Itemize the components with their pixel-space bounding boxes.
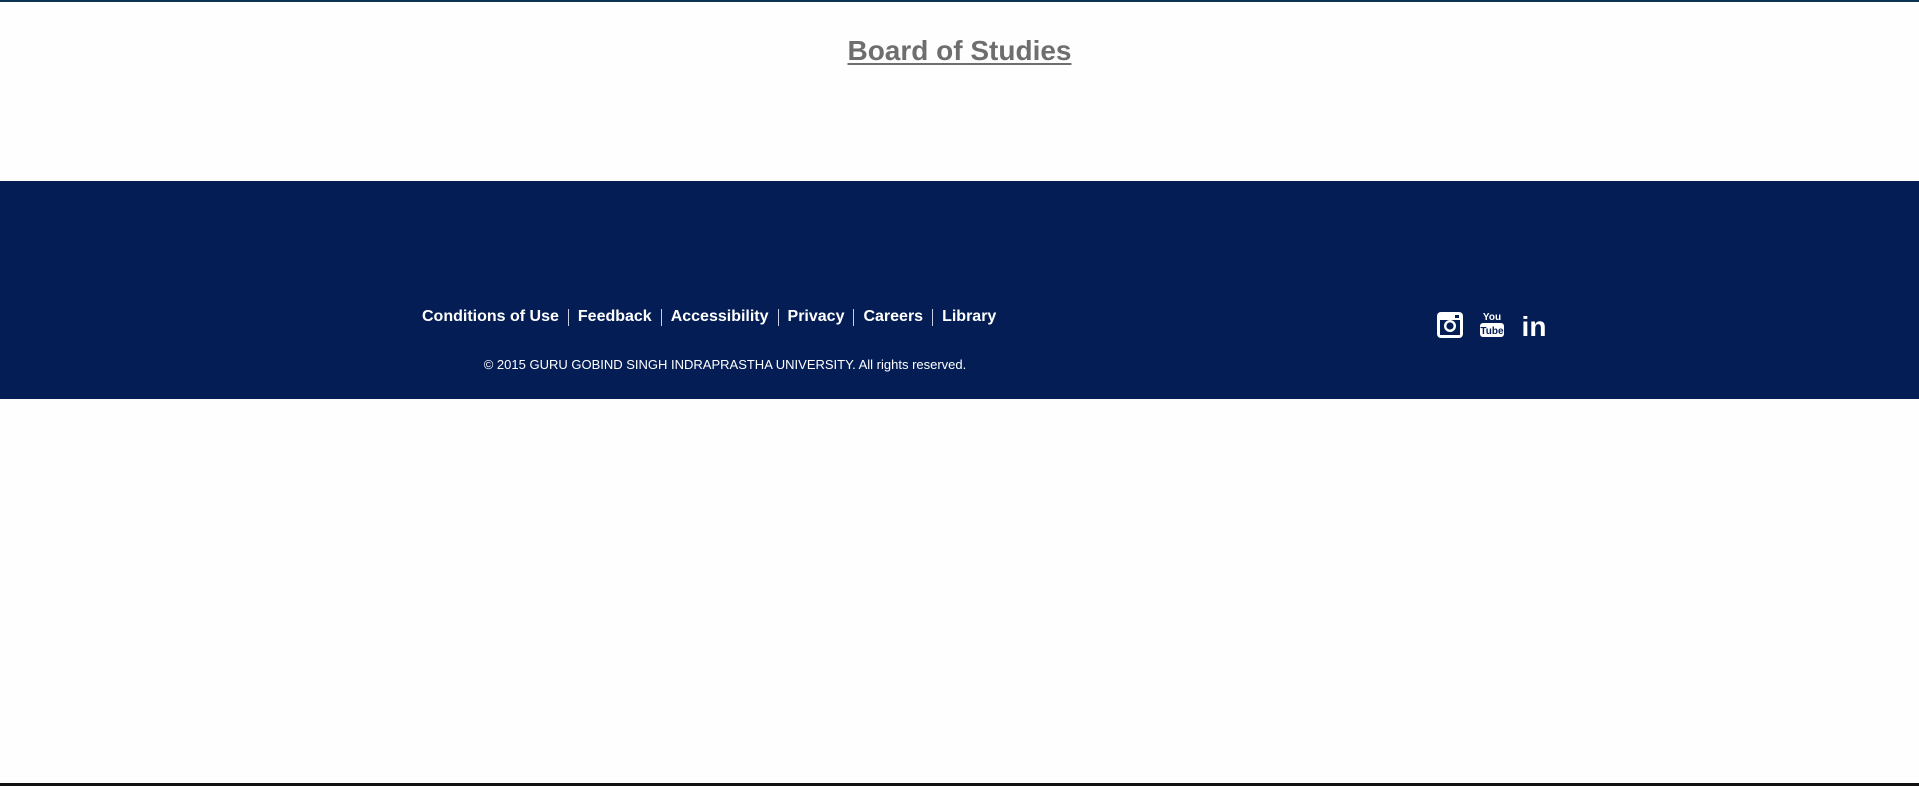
- youtube-text-bottom: Tube: [1480, 326, 1504, 337]
- instagram-icon-graphic: [1437, 312, 1463, 338]
- instagram-icon[interactable]: [1435, 309, 1465, 339]
- linkedin-icon[interactable]: in: [1519, 309, 1549, 342]
- linkedin-icon-graphic: in: [1522, 311, 1547, 342]
- page: Board of Studies Conditions of Use Feedb…: [0, 0, 1919, 786]
- top-border: [0, 0, 1919, 2]
- footer-link-accessibility[interactable]: Accessibility: [662, 307, 778, 327]
- linkedin-text: in: [1522, 311, 1547, 339]
- footer-link-conditions-of-use[interactable]: Conditions of Use: [422, 307, 568, 327]
- youtube-icon-graphic: You Tube: [1480, 312, 1504, 337]
- footer-link-feedback[interactable]: Feedback: [569, 307, 661, 327]
- footer-link-library[interactable]: Library: [933, 307, 1005, 327]
- page-title: Board of Studies: [847, 35, 1072, 66]
- footer-link-careers[interactable]: Careers: [854, 307, 932, 327]
- copyright-text: © 2015 GURU GOBIND SINGH INDRAPRASTHA UN…: [483, 357, 967, 372]
- footer-link-privacy[interactable]: Privacy: [779, 307, 854, 327]
- site-footer: Conditions of Use Feedback Accessibility…: [0, 181, 1919, 399]
- youtube-text-top: You: [1483, 312, 1501, 323]
- youtube-icon[interactable]: You Tube: [1477, 309, 1507, 339]
- footer-nav: Conditions of Use Feedback Accessibility…: [422, 307, 1005, 327]
- social-links: You Tube in: [1435, 309, 1549, 342]
